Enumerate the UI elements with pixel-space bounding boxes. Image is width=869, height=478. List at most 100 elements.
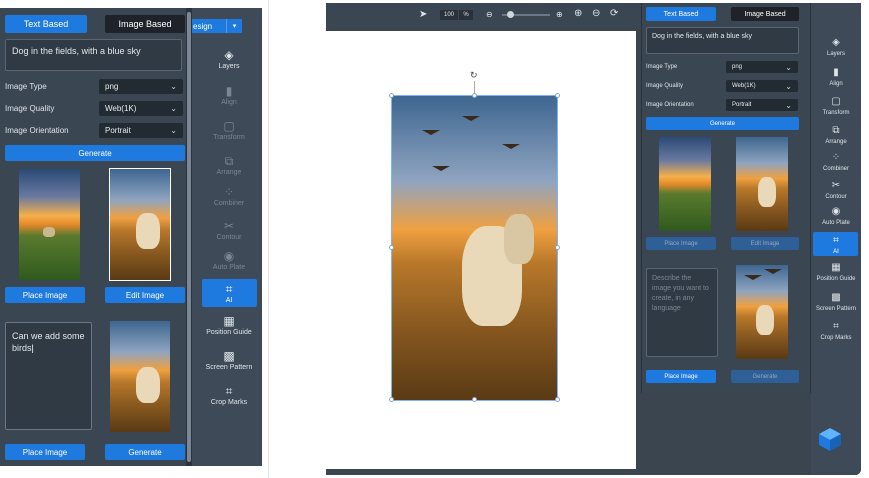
design-mode-label: esign — [193, 21, 213, 31]
place-image-label: Place Image — [664, 240, 698, 247]
generate-button[interactable]: Generate — [5, 145, 185, 161]
zoom-unit: % — [459, 10, 473, 20]
tab-image-based[interactable]: Image Based — [105, 15, 185, 33]
place-image-button[interactable]: Place Image — [5, 287, 85, 303]
rail-crop-marks-label: Crop Marks — [210, 399, 248, 406]
auto-plate-icon: ◉ — [831, 206, 841, 217]
resize-handle[interactable] — [555, 397, 560, 402]
generated-image-2[interactable] — [110, 169, 170, 280]
rail-position-guide[interactable]: ▦ Position Guide — [199, 315, 259, 336]
rail-align[interactable]: ▮ Align — [199, 85, 259, 106]
generated-image-1[interactable] — [19, 169, 80, 280]
image-orientation-select[interactable]: Portrait ⌄ — [99, 123, 183, 138]
rail-crop-marks[interactable]: ⌗ Crop Marks — [199, 385, 259, 406]
panel-scrollbar[interactable] — [186, 8, 192, 466]
generate-button[interactable]: Generate — [646, 117, 799, 130]
rail-combiner[interactable]: ⁘ Combiner — [806, 152, 861, 172]
tab-image-based-label: Image Based — [744, 10, 786, 18]
rail-auto-plate-label: Auto Plate — [822, 220, 850, 226]
rail-transform[interactable]: ▢ Transform — [806, 96, 861, 116]
rail-ai[interactable]: ⌗ AI — [199, 283, 259, 304]
rail-layers-label: Layers — [218, 63, 240, 70]
rail-layers[interactable]: ◈ Layers — [806, 37, 861, 57]
rail-position-guide[interactable]: ▦ Position Guide — [806, 262, 861, 282]
rail-crop-marks[interactable]: ⌗ Crop Marks — [806, 321, 861, 341]
rail-screen-pattern[interactable]: ▩ Screen Pattern — [806, 292, 861, 312]
describe-textarea[interactable]: Describe the image you want to create, i… — [646, 268, 718, 357]
resize-handle[interactable] — [389, 93, 394, 98]
design-mode-chevron-icon[interactable]: ▾ — [226, 19, 242, 33]
place-image-button-2[interactable]: Place Image — [5, 444, 85, 460]
resize-handle[interactable] — [555, 93, 560, 98]
rail-arrange-label: Arrange — [825, 139, 847, 145]
edit-image-button[interactable]: Edit Image — [105, 287, 185, 303]
edit-image-preview[interactable] — [110, 321, 170, 432]
page-root: esign ▾ Text Based Image Based Dog in th… — [0, 0, 869, 478]
rail-auto-plate[interactable]: ◉ Auto Plate — [806, 206, 861, 226]
scrollbar-thumb[interactable] — [187, 12, 191, 462]
resize-handle[interactable] — [389, 245, 394, 250]
edit-image-preview[interactable] — [736, 265, 788, 359]
tab-text-based[interactable]: Text Based — [646, 7, 716, 21]
dog-shape — [136, 367, 160, 403]
rail-layers[interactable]: ◈ Layers — [199, 49, 259, 70]
tab-text-based[interactable]: Text Based — [5, 15, 87, 33]
zoom-value: 100 — [443, 12, 454, 18]
generated-image-2[interactable] — [736, 137, 788, 231]
image-type-select[interactable]: png ⌄ — [99, 79, 183, 94]
bird-shape — [744, 275, 762, 280]
rail-auto-plate[interactable]: ◉ Auto Plate — [199, 250, 259, 271]
zoom-in-icon[interactable]: ⊕ — [574, 9, 582, 19]
zoom-input[interactable]: 100 — [440, 10, 458, 20]
rail-screen-pattern[interactable]: ▩ Screen Pattern — [199, 350, 259, 371]
rail-contour[interactable]: ✂ Contour — [806, 180, 861, 200]
zoom-out-icon[interactable]: ⊖ — [486, 10, 493, 20]
zoom-slider-thumb[interactable] — [507, 11, 514, 18]
rotate-icon[interactable]: ↻ — [470, 70, 478, 81]
edit-image-button[interactable]: Edit Image — [731, 237, 799, 250]
resize-handle[interactable] — [472, 397, 477, 402]
chevron-down-icon: ⌄ — [785, 62, 792, 72]
rail-crop-marks-label: Crop Marks — [820, 335, 852, 341]
transform-icon: ▢ — [831, 96, 841, 107]
left-ai-panel: Text Based Image Based Dog in the fields… — [0, 8, 192, 466]
rail-transform[interactable]: ▢ Transform — [199, 120, 259, 141]
right-tool-rail: ◈ Layers ▮ Align ▢ Transform ⧉ Arrange ⁘ Comb… — [811, 3, 861, 475]
image-quality-select[interactable]: Web(1K) ⌄ — [726, 80, 798, 92]
rail-contour[interactable]: ✂ Contour — [199, 220, 259, 241]
generate-button-label: Generate — [709, 120, 736, 127]
place-image-button[interactable]: Place Image — [646, 237, 716, 250]
resize-handle[interactable] — [555, 245, 560, 250]
fit-view-icon[interactable]: ⟳ — [610, 9, 618, 19]
edit-prompt-textarea[interactable]: Can we add some birds| — [5, 322, 92, 430]
resize-handle[interactable] — [389, 397, 394, 402]
prompt-text: Dog in the fields, with a blue sky — [12, 46, 141, 56]
tab-image-based[interactable]: Image Based — [731, 7, 799, 21]
pointer-icon[interactable]: ➤ — [419, 10, 427, 20]
layers-icon: ◈ — [832, 37, 840, 48]
rail-align[interactable]: ▮ Align — [806, 67, 861, 87]
image-orientation-select[interactable]: Portrait ⌄ — [726, 99, 798, 111]
generated-image-1[interactable] — [659, 137, 711, 231]
place-image-button-2[interactable]: Place Image — [646, 370, 716, 383]
screenshot-divider — [268, 0, 269, 478]
prompt-textarea[interactable]: Dog in the fields, with a blue sky — [5, 39, 182, 71]
rail-ai[interactable]: ⌗ AI — [806, 235, 861, 255]
prompt-textarea[interactable]: Dog in the fields, with a blue sky — [646, 27, 799, 54]
rail-arrange[interactable]: ⧉ Arrange — [806, 125, 861, 145]
zoom-out-magnifier-icon[interactable]: ⊖ — [592, 9, 600, 19]
generate-button-2[interactable]: Generate — [731, 370, 799, 383]
image-quality-select[interactable]: Web(1K) ⌄ — [99, 101, 183, 116]
ai-chip-icon: ⌗ — [225, 282, 233, 296]
rail-layers-label: Layers — [826, 51, 845, 57]
auto-plate-icon: ◉ — [223, 249, 235, 263]
image-quality-label: Image Quality — [5, 104, 55, 113]
right-ai-panel: Text Based Image Based Dog in the fields… — [641, 3, 811, 393]
zoom-in-small-icon[interactable]: ⊕ — [556, 10, 563, 20]
image-orientation-value: Portrait — [732, 102, 752, 108]
rail-arrange[interactable]: ⧉ Arrange — [199, 155, 259, 176]
image-type-select[interactable]: png ⌄ — [726, 61, 798, 73]
selection-frame[interactable] — [391, 95, 558, 401]
generate-button-2[interactable]: Generate — [105, 444, 185, 460]
rail-combiner[interactable]: ⁘ Combiner — [199, 186, 259, 207]
